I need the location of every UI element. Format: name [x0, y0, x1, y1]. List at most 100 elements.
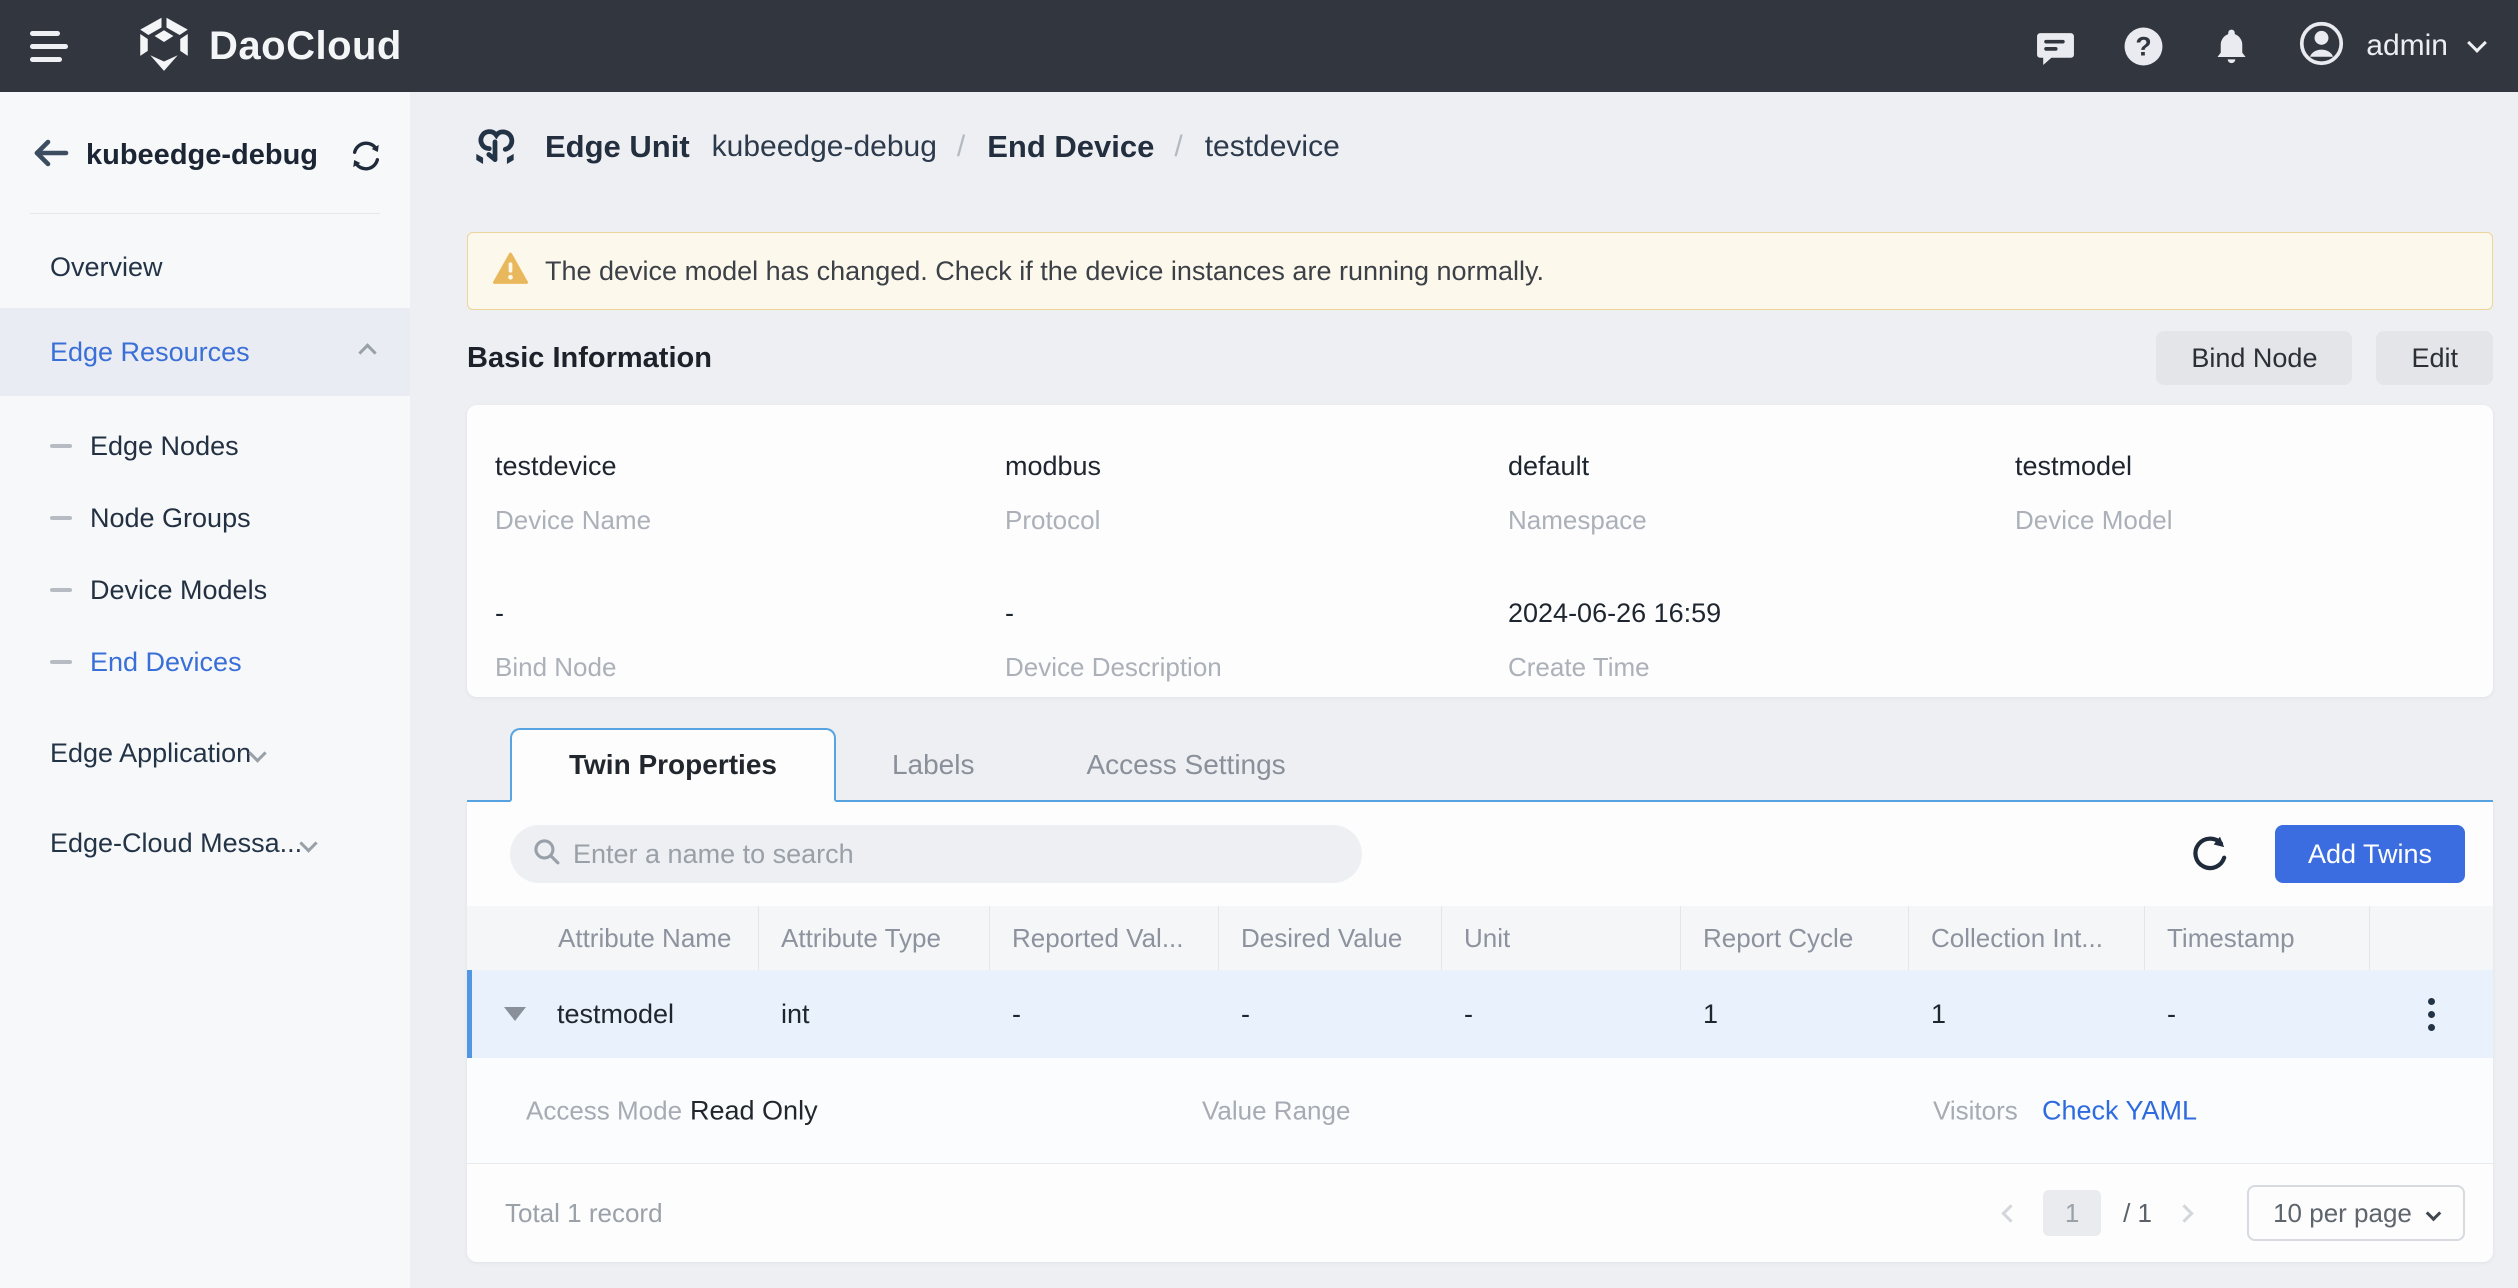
prev-page-icon[interactable] [2000, 1203, 2021, 1224]
swap-icon[interactable] [349, 139, 383, 173]
search-input[interactable] [573, 839, 1362, 870]
breadcrumb-separator: / [1174, 130, 1182, 164]
breadcrumb-current: testdevice [1205, 130, 1340, 164]
table-header: Attribute Name Attribute Type Reported V… [467, 906, 2493, 970]
bell-icon[interactable] [2211, 26, 2252, 67]
sidebar-item-edge-nodes[interactable]: Edge Nodes [0, 410, 410, 482]
user-name: admin [2366, 29, 2448, 63]
column-actions [2370, 906, 2493, 970]
sidebar-group-edge-cloud-messages[interactable]: Edge-Cloud Messa... [0, 798, 410, 888]
field-label: Bind Node [495, 652, 1005, 683]
sidebar-item-overview[interactable]: Overview [0, 226, 410, 308]
tab-labels[interactable]: Labels [836, 728, 1031, 802]
kebab-menu-icon[interactable] [2422, 992, 2441, 1037]
field-device-description: - Device Description [1005, 598, 1508, 697]
column-collection-interval: Collection Int... [1909, 906, 2145, 970]
breadcrumb-separator: / [957, 130, 965, 164]
chevron-down-icon [2467, 33, 2487, 53]
sidebar-group-edge-application[interactable]: Edge Application [0, 708, 410, 798]
sidebar-group-label: Edge Application [50, 738, 251, 769]
field-device-model: testmodel Device Model [2015, 451, 2493, 550]
breadcrumb-section[interactable]: End Device [987, 129, 1154, 165]
field-value: testdevice [495, 451, 1005, 484]
cell-collection-interval: 1 [1909, 970, 2145, 1058]
check-yaml-link[interactable]: Check YAML [2042, 1095, 2197, 1126]
dash-icon [50, 516, 72, 520]
sidebar-item-node-groups[interactable]: Node Groups [0, 482, 410, 554]
page-of-total: / 1 [2123, 1198, 2152, 1229]
chevron-up-icon [358, 343, 376, 361]
field-value: 2024-06-26 16:59 [1508, 598, 2015, 631]
bind-node-button[interactable]: Bind Node [2156, 331, 2352, 385]
field-label: Namespace [1508, 505, 2015, 536]
field-empty [2015, 598, 2493, 697]
next-page-icon[interactable] [2174, 1203, 2195, 1224]
field-label: Create Time [1508, 652, 2015, 683]
page-size-select[interactable]: 10 per page [2247, 1185, 2465, 1241]
warning-message: The device model has changed. Check if t… [545, 256, 1544, 287]
pagination-bar: Total 1 record 1 / 1 10 per page [467, 1164, 2493, 1262]
chat-icon[interactable] [2035, 26, 2076, 67]
field-bind-node: - Bind Node [495, 598, 1005, 697]
field-namespace: default Namespace [1508, 451, 2015, 550]
column-reported-value: Reported Val... [990, 906, 1219, 970]
kubeedge-icon [467, 117, 523, 178]
brand-name: DaoCloud [209, 24, 402, 69]
tab-bar: Twin Properties Labels Access Settings [467, 728, 2493, 802]
tab-twin-properties[interactable]: Twin Properties [510, 728, 836, 802]
hamburger-icon[interactable] [30, 31, 68, 62]
sidebar: kubeedge-debug Overview Edge Resources E… [0, 92, 410, 1288]
page-number-box[interactable]: 1 [2043, 1190, 2101, 1236]
topbar-actions: ? admin [2035, 21, 2484, 71]
basic-info-header: Basic Information Bind Node Edit [467, 330, 2493, 386]
row-name: testmodel [557, 999, 674, 1030]
table-toolbar: Add Twins [467, 802, 2493, 906]
help-icon[interactable]: ? [2123, 26, 2164, 67]
row-expander-icon[interactable] [504, 1007, 526, 1021]
value-range-label: Value Range [1202, 1095, 1350, 1126]
sidebar-group-edge-resources[interactable]: Edge Resources [0, 308, 410, 396]
cell-attribute-name: testmodel [467, 970, 759, 1058]
sidebar-item-device-models[interactable]: Device Models [0, 554, 410, 626]
brand[interactable]: DaoCloud [134, 14, 402, 79]
breadcrumb-unit[interactable]: kubeedge-debug [712, 130, 937, 164]
page-size-value: 10 per page [2273, 1198, 2412, 1229]
refresh-icon[interactable] [2189, 833, 2231, 875]
total-records: Total 1 record [505, 1198, 663, 1229]
field-value: modbus [1005, 451, 1508, 484]
dash-icon [50, 660, 72, 664]
basic-info-card: testdevice Device Name modbus Protocol d… [467, 405, 2493, 697]
edit-button[interactable]: Edit [2376, 331, 2493, 385]
table-row[interactable]: testmodel int - - - 1 1 - [467, 970, 2493, 1058]
sidebar-group-label: Edge Resources [50, 337, 250, 368]
sidebar-item-label: Node Groups [90, 503, 251, 534]
row-detail-panel: Access Mode Read Only Value Range Visito… [467, 1058, 2493, 1164]
cell-report-cycle: 1 [1681, 970, 1909, 1058]
chevron-down-icon [299, 834, 317, 852]
avatar-icon [2299, 21, 2344, 71]
visitors-label: Visitors [1933, 1095, 2018, 1126]
pagination-controls: 1 / 1 10 per page [2000, 1185, 2465, 1241]
add-twins-button[interactable]: Add Twins [2275, 825, 2465, 883]
column-timestamp: Timestamp [2145, 906, 2370, 970]
warning-banner: The device model has changed. Check if t… [467, 232, 2493, 310]
sidebar-group-label: Edge-Cloud Messa... [50, 828, 302, 859]
sidebar-item-label: End Devices [90, 647, 242, 678]
search-icon [532, 837, 561, 871]
search-box[interactable] [510, 825, 1362, 883]
breadcrumb-root[interactable]: Edge Unit [545, 129, 690, 165]
field-value: - [495, 598, 1005, 631]
field-device-name: testdevice Device Name [495, 451, 1005, 550]
field-value: - [1005, 598, 1508, 631]
field-value: testmodel [2015, 451, 2493, 484]
sidebar-item-end-devices[interactable]: End Devices [0, 626, 410, 698]
user-menu[interactable]: admin [2299, 21, 2484, 71]
breadcrumb: Edge Unit kubeedge-debug / End Device / … [467, 116, 1340, 178]
main-content: Edge Unit kubeedge-debug / End Device / … [410, 92, 2518, 1288]
cell-attribute-type: int [759, 970, 990, 1058]
tab-access-settings[interactable]: Access Settings [1030, 728, 1341, 802]
sidebar-item-label: Overview [50, 252, 163, 283]
back-arrow-icon[interactable] [33, 138, 69, 173]
chevron-down-icon [248, 744, 266, 762]
cell-desired-value: - [1219, 970, 1442, 1058]
